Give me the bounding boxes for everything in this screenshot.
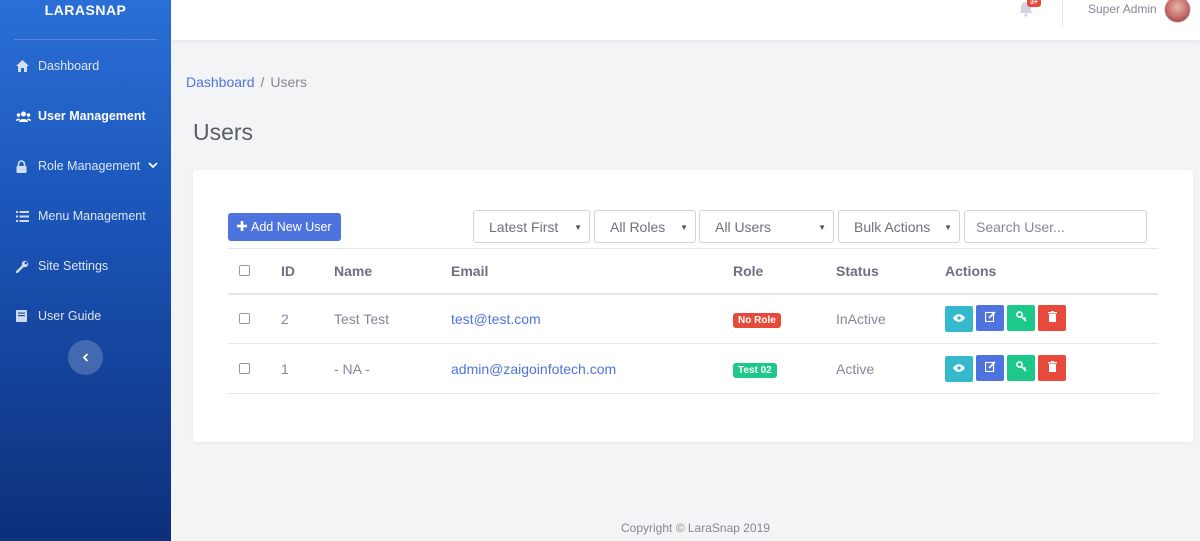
- user-email-link[interactable]: test@test.com: [451, 311, 541, 327]
- caret-down-icon: ▼: [818, 223, 826, 232]
- permissions-button[interactable]: [1007, 305, 1035, 332]
- user-id: 1: [281, 343, 334, 394]
- row-checkbox[interactable]: [239, 362, 250, 374]
- user-status: InActive: [836, 293, 945, 344]
- breadcrumb-separator: /: [260, 74, 265, 90]
- list-icon: [16, 210, 36, 222]
- select-all-checkbox[interactable]: [239, 264, 250, 276]
- column-header-actions: Actions: [945, 248, 1158, 295]
- key-icon: [1015, 361, 1027, 375]
- wrench-icon: [16, 260, 36, 273]
- edit-icon: [984, 311, 996, 325]
- sidebar-item-user-management[interactable]: User Management: [0, 91, 171, 141]
- lock-icon: [16, 159, 36, 173]
- column-header-role[interactable]: Role: [733, 248, 836, 295]
- sidebar-toggle-button[interactable]: [68, 340, 103, 375]
- caret-down-icon: ▼: [574, 223, 582, 232]
- sort-select[interactable]: Latest First ▼: [473, 210, 590, 243]
- user-email-link[interactable]: admin@zaigoinfotech.com: [451, 361, 616, 377]
- sidebar: LARASNAP Dashboard User Management Role …: [0, 0, 171, 541]
- book-icon: [16, 310, 36, 322]
- edit-button[interactable]: [976, 355, 1004, 381]
- avatar[interactable]: [1164, 0, 1191, 23]
- caret-down-icon: ▼: [680, 223, 688, 232]
- column-header-status[interactable]: Status: [836, 248, 945, 295]
- sidebar-item-label: Menu Management: [38, 209, 146, 223]
- user-role-cell: No Role: [733, 293, 836, 344]
- row-select-cell: [228, 343, 281, 394]
- user-name: - NA -: [334, 343, 451, 394]
- sidebar-item-label: User Guide: [38, 309, 102, 323]
- chevron-down-icon: [148, 161, 158, 172]
- user-name: Test Test: [334, 293, 451, 344]
- bulk-actions-select[interactable]: Bulk Actions ▼: [838, 210, 960, 243]
- users-icon: [16, 111, 36, 122]
- sort-select-value: Latest First: [489, 218, 559, 235]
- edit-button[interactable]: [976, 305, 1004, 332]
- caret-down-icon: ▼: [944, 223, 952, 232]
- trash-icon: [1047, 361, 1057, 375]
- topbar: 3+ Super Admin: [171, 0, 1200, 40]
- role-badge: Test 02: [733, 362, 777, 378]
- sidebar-item-menu-management[interactable]: Menu Management: [0, 191, 171, 241]
- status-filter-select[interactable]: All Users ▼: [699, 210, 834, 243]
- breadcrumb-current: Users: [270, 74, 307, 90]
- key-icon: [1015, 311, 1027, 325]
- footer-copyright: Copyright © LaraSnap 2019: [621, 521, 770, 535]
- brand-logo[interactable]: LARASNAP: [14, 0, 157, 40]
- eye-icon: [953, 313, 965, 325]
- sidebar-item-role-management[interactable]: Role Management: [0, 141, 171, 191]
- sidebar-item-site-settings[interactable]: Site Settings: [0, 241, 171, 291]
- edit-icon: [984, 361, 996, 375]
- actions-cell: [945, 343, 1158, 394]
- delete-button[interactable]: [1038, 305, 1066, 332]
- sidebar-item-label: User Management: [38, 109, 146, 123]
- sidebar-item-label: Dashboard: [38, 59, 100, 73]
- column-header-id[interactable]: ID: [281, 248, 334, 295]
- select-all-cell: [228, 248, 281, 295]
- users-card: Add New User Latest First ▼ All Roles ▼ …: [193, 170, 1193, 442]
- sidebar-item-label: Role Management: [38, 159, 141, 173]
- user-name[interactable]: Super Admin: [1088, 2, 1157, 16]
- role-filter-select[interactable]: All Roles ▼: [594, 210, 696, 243]
- user-status: Active: [836, 343, 945, 394]
- chevron-left-icon: [82, 349, 89, 367]
- row-select-cell: [228, 293, 281, 344]
- breadcrumb-home-link[interactable]: Dashboard: [186, 74, 255, 90]
- role-badge: No Role: [733, 312, 781, 328]
- search-user-input[interactable]: [964, 210, 1147, 243]
- page-title: Users: [193, 119, 254, 145]
- permissions-button[interactable]: [1007, 355, 1035, 381]
- topbar-divider: [1062, 0, 1063, 26]
- status-filter-value: All Users: [715, 218, 772, 235]
- sidebar-item-user-guide[interactable]: User Guide: [0, 291, 171, 341]
- delete-button[interactable]: [1038, 355, 1066, 381]
- table-row: 2 Test Test test@test.com No Role InActi…: [228, 293, 1158, 344]
- bulk-actions-value: Bulk Actions: [854, 218, 931, 235]
- sidebar-item-dashboard[interactable]: Dashboard: [0, 41, 171, 91]
- user-email-cell: admin@zaigoinfotech.com: [451, 343, 733, 394]
- eye-icon: [953, 363, 965, 375]
- user-id: 2: [281, 293, 334, 344]
- add-new-user-label: Add New User: [251, 220, 332, 234]
- sidebar-item-label: Site Settings: [38, 259, 109, 273]
- table-header-row: ID Name Email Role Status Actions: [228, 248, 1158, 295]
- user-role-cell: Test 02: [733, 343, 836, 394]
- add-new-user-button[interactable]: Add New User: [228, 213, 341, 241]
- table-row: 1 - NA - admin@zaigoinfotech.com Test 02…: [228, 343, 1158, 394]
- breadcrumb: Dashboard / Users: [186, 74, 307, 90]
- notification-badge: 3+: [1027, 0, 1041, 7]
- plus-icon: [237, 220, 247, 234]
- view-button[interactable]: [945, 356, 973, 382]
- actions-cell: [945, 293, 1158, 344]
- user-email-cell: test@test.com: [451, 293, 733, 344]
- role-filter-value: All Roles: [610, 218, 666, 235]
- trash-icon: [1047, 311, 1057, 325]
- home-icon: [16, 60, 36, 72]
- users-table: ID Name Email Role Status Actions 2 Test…: [228, 248, 1158, 394]
- column-header-name[interactable]: Name: [334, 248, 451, 295]
- column-header-email[interactable]: Email: [451, 248, 733, 295]
- view-button[interactable]: [945, 306, 973, 333]
- row-checkbox[interactable]: [239, 312, 250, 324]
